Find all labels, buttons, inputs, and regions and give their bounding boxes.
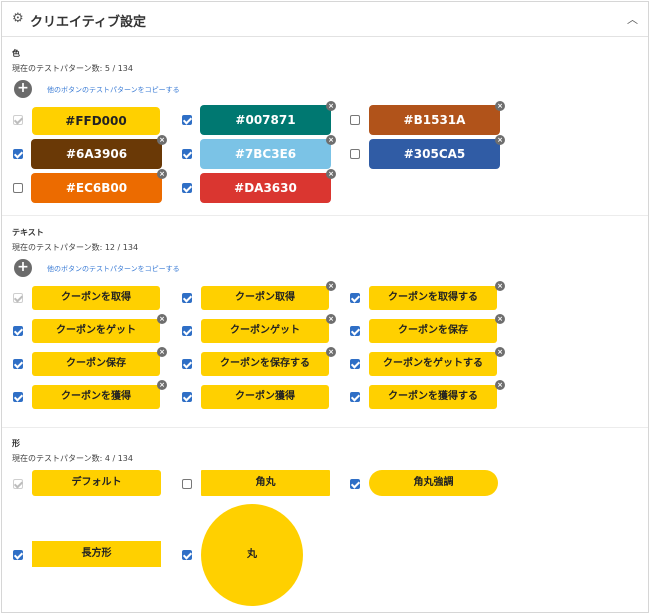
add-text-button[interactable]: + (14, 259, 32, 277)
text-checkbox-12[interactable] (350, 392, 360, 402)
shape-checkbox-3[interactable] (350, 479, 360, 489)
text-chip[interactable]: クーポンを獲得 (32, 385, 160, 409)
section-divider (2, 427, 648, 428)
text-chip[interactable]: クーポンを取得 (32, 286, 160, 310)
remove-icon[interactable]: × (495, 347, 505, 357)
remove-icon[interactable]: × (326, 281, 336, 291)
remove-icon[interactable]: × (326, 101, 336, 111)
panel-header[interactable]: ⚙ クリエイティブ設定 ︿ (2, 2, 648, 37)
color-chip-305ca5[interactable]: #305CA5 (369, 139, 500, 169)
copy-text-patterns-link[interactable]: 他のボタンのテストパターンをコピーする (47, 264, 180, 274)
color-chip-da3630[interactable]: #DA3630 (200, 173, 331, 203)
text-chip[interactable]: クーポンゲット (201, 319, 329, 343)
panel-title: クリエイティブ設定 (30, 15, 146, 30)
remove-icon[interactable]: × (495, 380, 505, 390)
color-checkbox-4[interactable] (13, 149, 23, 159)
section-divider (2, 215, 648, 216)
color-pattern-count: 現在のテストパターン数: 5 / 134 (12, 64, 133, 73)
color-checkbox-2[interactable] (182, 115, 192, 125)
text-checkbox-2[interactable] (182, 293, 192, 303)
color-chip-007871[interactable]: #007871 (200, 105, 331, 135)
text-checkbox-6[interactable] (350, 326, 360, 336)
color-chip-ffd000[interactable]: #FFD000 (32, 107, 160, 135)
shape-rounded-strong[interactable]: 角丸強調 (369, 470, 498, 496)
text-checkbox-4[interactable] (13, 326, 23, 336)
text-checkbox-5[interactable] (182, 326, 192, 336)
add-color-button[interactable]: + (14, 80, 32, 98)
color-checkbox-6[interactable] (350, 149, 360, 159)
shape-rounded[interactable]: 角丸 (201, 470, 330, 496)
remove-icon[interactable]: × (326, 314, 336, 324)
remove-icon[interactable]: × (495, 101, 505, 111)
text-chip[interactable]: クーポンを獲得する (369, 385, 497, 409)
chevron-up-icon[interactable]: ︿ (627, 11, 638, 27)
text-checkbox-10[interactable] (13, 392, 23, 402)
shape-checkbox-4[interactable] (13, 550, 23, 560)
text-chip[interactable]: クーポンを保存する (201, 352, 329, 376)
remove-icon[interactable]: × (157, 169, 167, 179)
shape-checkbox-1[interactable] (13, 479, 23, 489)
text-chip[interactable]: クーポンを取得する (369, 286, 497, 310)
remove-icon[interactable]: × (157, 135, 167, 145)
text-chip[interactable]: クーポンをゲットする (369, 352, 497, 376)
remove-icon[interactable]: × (326, 135, 336, 145)
text-chip[interactable]: クーポン取得 (201, 286, 329, 310)
text-checkbox-3[interactable] (350, 293, 360, 303)
text-checkbox-7[interactable] (13, 359, 23, 369)
remove-icon[interactable]: × (495, 314, 505, 324)
color-section-title: 色 (12, 49, 20, 58)
text-section-title: テキスト (12, 228, 44, 237)
remove-icon[interactable]: × (495, 135, 505, 145)
text-checkbox-8[interactable] (182, 359, 192, 369)
remove-icon[interactable]: × (495, 281, 505, 291)
remove-icon[interactable]: × (157, 380, 167, 390)
text-checkbox-11[interactable] (182, 392, 192, 402)
text-checkbox-9[interactable] (350, 359, 360, 369)
color-checkbox-3[interactable] (350, 115, 360, 125)
gear-icon: ⚙ (12, 11, 24, 26)
shape-default[interactable]: デフォルト (32, 470, 161, 496)
creative-settings-panel: ⚙ クリエイティブ設定 ︿ 色 現在のテストパターン数: 5 / 134 + 他… (1, 1, 649, 613)
text-checkbox-1[interactable] (13, 293, 23, 303)
shape-rectangle[interactable]: 長方形 (32, 541, 161, 567)
color-chip-6a3906[interactable]: #6A3906 (31, 139, 162, 169)
shape-checkbox-2[interactable] (182, 479, 192, 489)
copy-color-patterns-link[interactable]: 他のボタンのテストパターンをコピーする (47, 85, 180, 95)
color-checkbox-8[interactable] (182, 183, 192, 193)
color-checkbox-5[interactable] (182, 149, 192, 159)
text-chip[interactable]: クーポン獲得 (201, 385, 329, 409)
color-chip-7bc3e6[interactable]: #7BC3E6 (200, 139, 331, 169)
shape-checkbox-5[interactable] (182, 550, 192, 560)
shape-pattern-count: 現在のテストパターン数: 4 / 134 (12, 454, 133, 463)
text-chip[interactable]: クーポンを保存 (369, 319, 497, 343)
text-chip[interactable]: クーポンをゲット (32, 319, 160, 343)
text-chip[interactable]: クーポン保存 (32, 352, 160, 376)
remove-icon[interactable]: × (326, 347, 336, 357)
shape-section-title: 形 (12, 439, 20, 448)
text-pattern-count: 現在のテストパターン数: 12 / 134 (12, 243, 139, 252)
remove-icon[interactable]: × (157, 314, 167, 324)
color-chip-b1531a[interactable]: #B1531A (369, 105, 500, 135)
color-chip-ec6b00[interactable]: #EC6B00 (31, 173, 162, 203)
color-checkbox-1[interactable] (13, 115, 23, 125)
color-checkbox-7[interactable] (13, 183, 23, 193)
remove-icon[interactable]: × (157, 347, 167, 357)
remove-icon[interactable]: × (326, 169, 336, 179)
shape-circle[interactable]: 丸 (201, 504, 303, 606)
